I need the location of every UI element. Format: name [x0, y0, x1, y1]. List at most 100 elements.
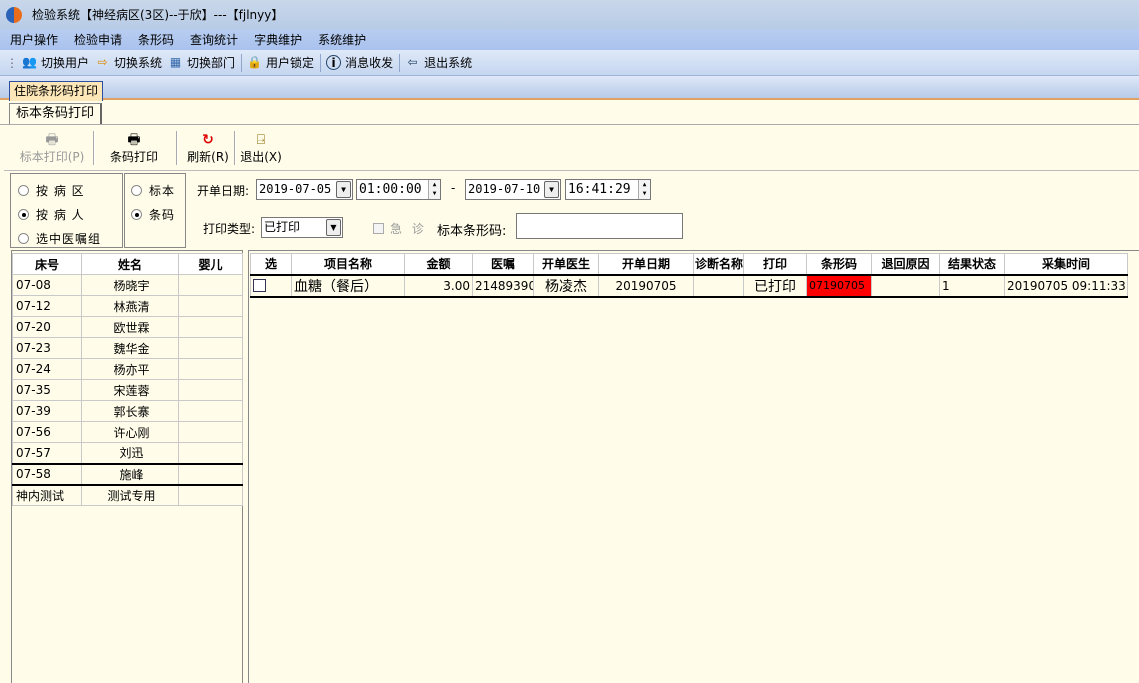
- menu-test-request[interactable]: 检验申请: [74, 31, 122, 48]
- patient-row[interactable]: 07-24 杨亦平: [12, 358, 243, 380]
- patient-row[interactable]: 07-12 林燕清: [12, 295, 243, 317]
- column-header-result-status[interactable]: 结果状态: [939, 253, 1005, 275]
- menu-system[interactable]: 系统维护: [318, 31, 366, 48]
- column-header-order-date[interactable]: 开单日期: [598, 253, 694, 275]
- specimen-print-button[interactable]: 🖶 标本打印(P): [14, 127, 90, 169]
- radio-selected-order-group[interactable]: 选中医嘱组: [18, 230, 101, 247]
- name-cell[interactable]: 欧世霖: [81, 316, 179, 338]
- bed-cell[interactable]: 07-23: [12, 337, 82, 359]
- column-header-barcode[interactable]: 条形码: [806, 253, 872, 275]
- column-header-infant[interactable]: 婴儿: [178, 253, 243, 275]
- messages-button[interactable]: i 消息收发: [326, 54, 393, 71]
- bed-cell[interactable]: 07-24: [12, 358, 82, 380]
- infant-cell[interactable]: [178, 358, 243, 380]
- tab-inpatient-barcode-print[interactable]: 住院条形码打印: [9, 81, 104, 101]
- bed-cell[interactable]: 07-12: [12, 295, 82, 317]
- date-to-picker[interactable]: 2019-07-10 ▼: [465, 179, 561, 200]
- spinner-icon[interactable]: ▲ ▼: [428, 180, 440, 199]
- order-row[interactable]: 血糖（餐后） 3.00 21489390 杨凌杰 20190705 已打印 07190705…: [250, 273, 1128, 298]
- name-cell[interactable]: 许心刚: [81, 421, 179, 443]
- column-header-diagnosis[interactable]: 诊断名称: [693, 253, 744, 275]
- infant-cell[interactable]: [178, 295, 243, 317]
- patient-row[interactable]: 07-08 杨晓宇: [12, 274, 243, 296]
- patient-row[interactable]: 07-23 魏华金: [12, 337, 243, 359]
- infant-cell[interactable]: [178, 400, 243, 422]
- barcode-print-button[interactable]: 🖶 条码打印: [104, 127, 164, 169]
- patient-row[interactable]: 07-39 郭长寨: [12, 400, 243, 422]
- switch-dept-button[interactable]: ▦ 切换部门: [168, 54, 235, 71]
- return-reason-cell[interactable]: [871, 273, 940, 298]
- bed-cell[interactable]: 07-08: [12, 274, 82, 296]
- tab-specimen-barcode-print[interactable]: 标本条码打印: [9, 103, 103, 124]
- barcode-cell[interactable]: 07190705: [806, 273, 872, 298]
- column-header-bed[interactable]: 床号: [12, 253, 82, 275]
- name-cell[interactable]: 刘迅: [81, 442, 179, 464]
- date-from-picker[interactable]: 2019-07-05 ▼: [256, 179, 353, 200]
- name-cell[interactable]: 魏华金: [81, 337, 179, 359]
- bed-cell[interactable]: 07-56: [12, 421, 82, 443]
- chevron-down-icon[interactable]: ▼: [326, 219, 341, 236]
- chevron-down-icon[interactable]: ▼: [544, 181, 559, 198]
- column-header-name[interactable]: 姓名: [81, 253, 179, 275]
- menu-query-stats[interactable]: 查询统计: [190, 31, 238, 48]
- infant-cell[interactable]: [178, 337, 243, 359]
- column-header-item-name[interactable]: 项目名称: [291, 253, 405, 275]
- infant-cell[interactable]: [178, 379, 243, 401]
- radio-by-ward[interactable]: 按 病 区: [18, 182, 85, 199]
- menu-user-ops[interactable]: 用户操作: [10, 31, 58, 48]
- urgent-checkbox[interactable]: 急 诊: [373, 220, 427, 237]
- name-cell[interactable]: 杨晓宇: [81, 274, 179, 296]
- infant-cell[interactable]: [178, 274, 243, 296]
- name-cell[interactable]: 宋莲蓉: [81, 379, 179, 401]
- diagnosis-cell[interactable]: [693, 273, 744, 298]
- name-cell[interactable]: 杨亦平: [81, 358, 179, 380]
- name-cell[interactable]: 林燕清: [81, 295, 179, 317]
- spinner-icon[interactable]: ▲ ▼: [638, 180, 650, 199]
- patient-row[interactable]: 神内测试 测试专用: [12, 484, 243, 506]
- radio-by-patient[interactable]: 按 病 人: [18, 206, 85, 223]
- patient-row[interactable]: 07-20 欧世霖: [12, 316, 243, 338]
- bed-cell[interactable]: 07-39: [12, 400, 82, 422]
- bed-cell[interactable]: 07-20: [12, 316, 82, 338]
- bed-cell[interactable]: 07-35: [12, 379, 82, 401]
- select-cell[interactable]: [250, 273, 292, 298]
- collect-time-cell[interactable]: 20190705 09:11:33: [1004, 273, 1128, 298]
- chevron-down-icon[interactable]: ▼: [336, 181, 351, 198]
- column-header-amount[interactable]: 金额: [404, 253, 473, 275]
- item-name-cell[interactable]: 血糖（餐后）: [291, 273, 405, 298]
- order-date-cell[interactable]: 20190705: [598, 273, 694, 298]
- refresh-button[interactable]: ↻ 刷新(R): [184, 127, 232, 169]
- infant-cell[interactable]: [178, 462, 243, 486]
- patient-row[interactable]: 07-58 施峰: [12, 462, 243, 486]
- column-header-collect-time[interactable]: 采集时间: [1004, 253, 1128, 275]
- specimen-barcode-input[interactable]: [516, 213, 683, 239]
- column-header-return-reason[interactable]: 退回原因: [871, 253, 940, 275]
- bed-cell[interactable]: 07-57: [12, 442, 82, 464]
- switch-system-button[interactable]: ⇨ 切换系统: [95, 54, 162, 71]
- name-cell[interactable]: 测试专用: [81, 484, 179, 506]
- radio-barcode[interactable]: 条码: [131, 206, 175, 223]
- infant-cell[interactable]: [178, 484, 243, 506]
- infant-cell[interactable]: [178, 421, 243, 443]
- patient-row[interactable]: 07-57 刘迅: [12, 442, 243, 464]
- column-header-order-id[interactable]: 医嘱: [472, 253, 534, 275]
- select-checkbox[interactable]: [253, 279, 266, 292]
- time-to-input[interactable]: 16:41:29 ▲ ▼: [565, 179, 651, 200]
- menu-dictionary[interactable]: 字典维护: [254, 31, 302, 48]
- exit-system-button[interactable]: ⇦ 退出系统: [405, 54, 473, 71]
- patient-row[interactable]: 07-35 宋莲蓉: [12, 379, 243, 401]
- name-cell[interactable]: 施峰: [81, 462, 179, 486]
- doctor-cell[interactable]: 杨凌杰: [533, 273, 599, 298]
- patient-row[interactable]: 07-56 许心刚: [12, 421, 243, 443]
- column-header-select[interactable]: 选: [250, 253, 292, 275]
- bed-cell[interactable]: 神内测试: [12, 484, 82, 506]
- infant-cell[interactable]: [178, 442, 243, 464]
- infant-cell[interactable]: [178, 316, 243, 338]
- bed-cell[interactable]: 07-58: [12, 462, 82, 486]
- column-header-doctor[interactable]: 开单医生: [533, 253, 599, 275]
- exit-button[interactable]: ⍈ 退出(X): [239, 127, 283, 169]
- menu-barcode[interactable]: 条形码: [138, 31, 174, 48]
- amount-cell[interactable]: 3.00: [404, 273, 473, 298]
- print-status-cell[interactable]: 已打印: [743, 273, 807, 298]
- print-type-select[interactable]: 已打印 ▼: [261, 217, 343, 238]
